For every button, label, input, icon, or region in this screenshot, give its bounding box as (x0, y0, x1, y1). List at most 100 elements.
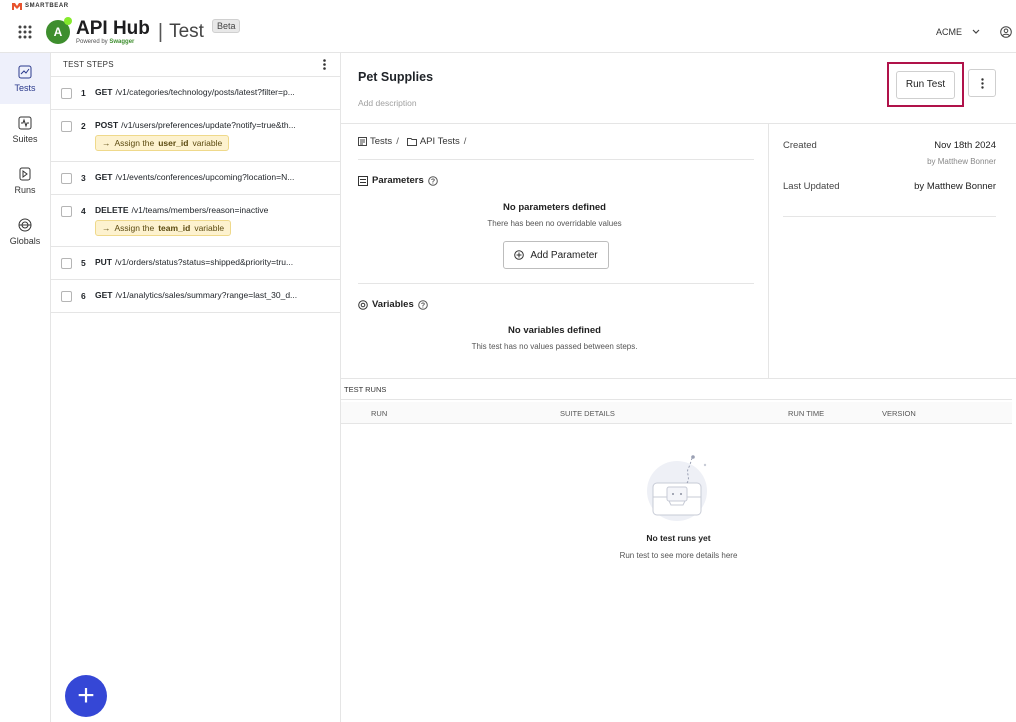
test-steps-panel: TEST STEPS 1 GET/v1/categories/technolog… (51, 52, 341, 722)
step-method: DELETE (95, 205, 129, 215)
step-path: /v1/events/conferences/upcoming?location… (115, 172, 295, 182)
step-checkbox[interactable] (61, 291, 72, 302)
breadcrumb-separator: / (463, 136, 467, 147)
nav-item-label: Globals (9, 235, 41, 246)
step-number: 6 (81, 291, 86, 301)
created-value: Nov 18th 2024 (934, 140, 996, 151)
api-hub-logo-icon: A (46, 17, 72, 44)
step-method: PUT (95, 257, 112, 267)
column-suite-details[interactable]: SUITE DETAILS (560, 409, 615, 418)
step-number: 2 (81, 121, 86, 131)
test-runs-header: TEST RUNS (341, 380, 1012, 400)
smartbear-text: SMARTBEAR (25, 3, 69, 9)
step-checkbox[interactable] (61, 206, 72, 217)
test-step[interactable]: 1 GET/v1/categories/technology/posts/lat… (51, 77, 340, 110)
folder-icon (406, 138, 417, 146)
powered-by: Powered by Swagger (76, 38, 135, 45)
step-checkbox[interactable] (61, 88, 72, 99)
product-name: Test (169, 21, 204, 42)
test-step[interactable]: 5 PUT/v1/orders/status?status=shipped&pr… (51, 247, 340, 280)
breadcrumb-tests[interactable]: Tests (358, 136, 392, 147)
nav-item-runs[interactable]: Runs (0, 155, 50, 206)
test-step[interactable]: 2 POST/v1/users/preferences/update?notif… (51, 110, 340, 162)
test-step[interactable]: 6 GET/v1/analytics/sales/summary?range=l… (51, 280, 340, 313)
api-hub-logo[interactable]: A API Hub Powered by Swagger (46, 17, 150, 46)
no-variables-title: No variables defined (508, 325, 601, 336)
step-checkbox[interactable] (61, 258, 72, 269)
steps-more-button[interactable] (318, 58, 330, 72)
add-step-button[interactable]: + (65, 675, 107, 717)
plus-circle-icon (514, 250, 525, 260)
globe-icon (18, 218, 32, 231)
breadcrumb-api-tests[interactable]: API Tests (406, 136, 460, 147)
step-checkbox[interactable] (61, 121, 72, 132)
chevron-down-icon (972, 29, 980, 34)
step-number: 4 (81, 206, 86, 216)
column-run-time[interactable]: RUN TIME (788, 409, 824, 418)
test-details-column: Tests / API Tests / Parameters ? No para… (341, 124, 769, 378)
variable-name: user_id (158, 138, 189, 148)
left-nav: Tests Suites Runs Globals (0, 52, 51, 722)
no-variables-subtitle: This test has no values passed between s… (471, 342, 638, 351)
kebab-icon (322, 59, 326, 70)
assign-variable-pill[interactable]: → Assign the user_id variable (95, 135, 230, 151)
test-step[interactable]: 3 GET/v1/events/conferences/upcoming?loc… (51, 162, 340, 195)
svg-text:?: ? (431, 178, 435, 185)
parameters-heading: Parameters ? (358, 175, 438, 186)
column-version[interactable]: VERSION (882, 409, 916, 418)
run-test-button[interactable]: Run Test (896, 70, 955, 99)
app-name: API Hub (76, 17, 150, 39)
svg-text:?: ? (421, 302, 425, 309)
arrow-right-icon: → (102, 223, 111, 233)
arrow-right-icon: → (102, 138, 111, 148)
no-test-runs-subtitle: Run test to see more details here (619, 551, 738, 560)
nav-item-label: Tests (14, 82, 36, 93)
smartbear-logo-icon (12, 2, 22, 10)
add-parameter-button[interactable]: Add Parameter (503, 241, 609, 269)
nav-item-tests[interactable]: Tests (0, 53, 50, 104)
created-by: by Matthew Bonner (927, 157, 996, 166)
nav-item-label: Runs (14, 184, 36, 195)
empty-inbox-illustration (647, 455, 707, 521)
step-method: POST (95, 120, 119, 130)
nav-item-globals[interactable]: Globals (0, 206, 50, 257)
last-updated-value: by Matthew Bonner (914, 181, 996, 192)
last-updated-label: Last Updated (783, 181, 840, 192)
no-parameters-title: No parameters defined (503, 202, 606, 213)
test-steps-title: TEST STEPS (63, 60, 114, 69)
nav-item-suites[interactable]: Suites (0, 104, 50, 155)
header-separator: | (157, 20, 164, 43)
test-meta-column: Created Nov 18th 2024 by Matthew Bonner … (769, 124, 1016, 378)
add-description-link[interactable]: Add description (358, 98, 417, 108)
test-steps-header: TEST STEPS (51, 53, 340, 77)
step-checkbox[interactable] (61, 173, 72, 184)
test-title[interactable]: Pet Supplies (358, 70, 433, 84)
parameters-icon (358, 175, 368, 186)
test-step[interactable]: 4 DELETE/v1/teams/members/reason=inactiv… (51, 195, 340, 247)
breadcrumb-separator: / (396, 136, 399, 147)
org-selector[interactable]: ACME (936, 27, 980, 37)
plus-icon: + (77, 679, 95, 712)
test-more-button[interactable] (968, 69, 996, 97)
step-path: /v1/orders/status?status=shipped&priorit… (115, 257, 294, 267)
suites-icon (18, 116, 32, 129)
breadcrumb: Tests / API Tests / (358, 136, 754, 160)
runs-icon (19, 167, 31, 180)
assign-variable-pill[interactable]: → Assign the team_id variable (95, 220, 232, 236)
help-icon[interactable]: ? (417, 299, 428, 310)
user-account-icon[interactable] (1000, 26, 1012, 38)
step-method: GET (95, 290, 113, 300)
run-test-highlight: Run Test (887, 62, 964, 107)
meta-divider (783, 216, 996, 217)
column-run[interactable]: RUN (371, 409, 387, 418)
step-number: 5 (81, 258, 86, 268)
app-switcher-button[interactable] (0, 12, 50, 52)
smartbear-brand: SMARTBEAR (0, 0, 1016, 12)
step-path: /v1/teams/members/reason=inactive (131, 205, 269, 215)
step-path: /v1/categories/technology/posts/latest?f… (115, 87, 295, 97)
help-icon[interactable]: ? (427, 175, 438, 186)
main-content: Pet Supplies Add description Run Test Te… (341, 52, 1016, 722)
test-runs-columns: RUN SUITE DETAILS RUN TIME VERSION (341, 402, 1012, 424)
no-parameters-subtitle: There has been no overridable values (487, 219, 622, 228)
section-divider (358, 283, 754, 284)
